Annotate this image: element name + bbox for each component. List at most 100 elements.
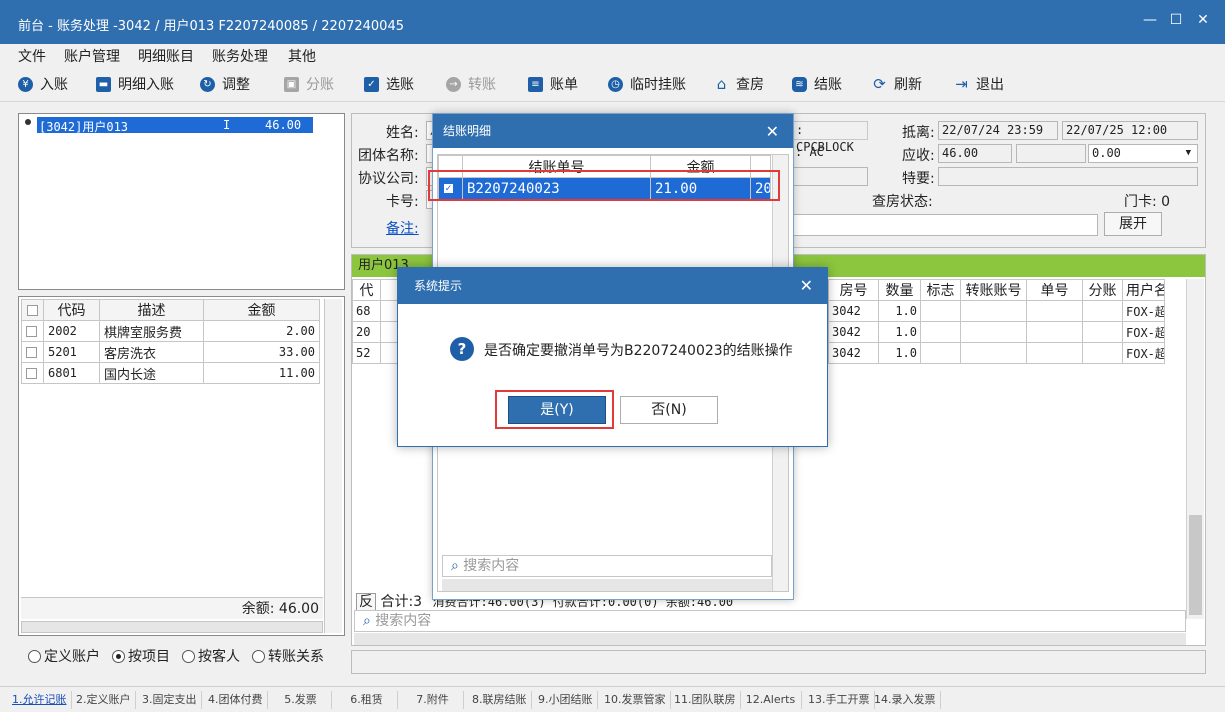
col-bill-no[interactable]: 单号 (1026, 279, 1083, 301)
remark-field[interactable] (792, 214, 1098, 236)
maximize-button[interactable]: ☐ (1166, 12, 1186, 28)
bottom-panel (351, 650, 1206, 674)
col-qty[interactable]: 数量 (878, 279, 921, 301)
question-icon: ? (450, 337, 474, 361)
tab-allow-post[interactable]: 1.允许记账 (8, 691, 72, 709)
horizontal-scrollbar[interactable] (442, 579, 772, 591)
group-name-label: 团体名称: (358, 148, 419, 164)
special-field (938, 167, 1198, 186)
row-checkbox[interactable] (21, 320, 44, 342)
cell-code: 5201 (43, 341, 100, 363)
tab-manual-invoice[interactable]: 13.手工开票 (804, 691, 875, 709)
expand-button[interactable]: 展开 (1104, 212, 1162, 236)
tab-group-pay[interactable]: 4.团体付费 (204, 691, 268, 709)
vertical-scrollbar[interactable] (324, 299, 342, 633)
table-row[interactable]: 2002 棋牌室服务费 2.00 (21, 320, 320, 342)
col-transfer-account[interactable]: 转账账号 (960, 279, 1027, 301)
view-mode-group: 定义账户 按项目 按客人 转账关系 (28, 646, 324, 666)
cell-desc: 棋牌室服务费 (99, 320, 204, 342)
col-code[interactable]: 代码 (43, 299, 100, 321)
close-button[interactable]: ✕ (1193, 12, 1213, 28)
col-split[interactable]: 分账 (1082, 279, 1123, 301)
tab-lease[interactable]: 6.租赁 (336, 691, 398, 709)
close-icon[interactable]: ✕ (800, 276, 813, 295)
search-input[interactable]: ⌕ 搜索内容 (354, 610, 1186, 632)
menu-accounting[interactable]: 账务处理 (212, 46, 268, 66)
search-input[interactable]: ⌕ 搜索内容 (442, 555, 772, 577)
col-desc[interactable]: 描述 (99, 299, 204, 321)
cell-user: FOX-超 (1122, 321, 1165, 343)
post-button[interactable]: ¥ 入账 (18, 74, 68, 94)
tab-invoice-manager[interactable]: 10.发票管家 (600, 691, 671, 709)
col-room[interactable]: 房号 (828, 279, 879, 301)
credit-select[interactable]: 0.00 ▼ (1088, 144, 1198, 163)
reverse-toggle[interactable]: 反 (356, 593, 376, 611)
bill-button[interactable]: ≡ 账单 (528, 74, 578, 94)
scroll-thumb[interactable] (1189, 515, 1202, 615)
receivable-extra-field (1016, 144, 1086, 163)
menu-other[interactable]: 其他 (288, 46, 316, 66)
tab-alerts[interactable]: 12.Alerts (740, 691, 802, 709)
table-row[interactable]: 6801 国内长途 11.00 (21, 362, 320, 384)
guest-list-item-selected[interactable]: [3042]用户013 I 46.00 (37, 117, 313, 134)
guest-amount: 46.00 (265, 118, 302, 132)
tab-attachment[interactable]: 7.附件 (402, 691, 464, 709)
remark-link[interactable]: 备注: (386, 218, 419, 238)
card-icon: ▬ (96, 76, 111, 92)
cell-room: 3042 (828, 342, 879, 364)
transfer-button[interactable]: → 转账 (446, 74, 496, 94)
house-icon: ⌂ (716, 74, 727, 93)
checkout-button[interactable]: ≋ 结账 (792, 74, 842, 94)
close-icon[interactable]: ✕ (766, 122, 779, 141)
card-no-label: 卡号: (386, 194, 419, 210)
cell-desc: 客房洗衣 (99, 341, 204, 363)
col-amount[interactable]: 金额 (203, 299, 320, 321)
company-extra-field (792, 167, 868, 186)
minimize-button[interactable]: — (1140, 12, 1160, 28)
menu-account-mgmt[interactable]: 账户管理 (64, 46, 120, 66)
credit-value: 0.00 (1092, 146, 1121, 160)
row-checkbox[interactable] (21, 362, 44, 384)
cell-amount: 2.00 (203, 320, 320, 342)
room-check-button[interactable]: ⌂ 查房 (714, 74, 764, 94)
clock-icon: ◷ (608, 76, 623, 92)
col-user-name[interactable]: 用户名 (1122, 279, 1165, 301)
cell-code: 68 (352, 300, 381, 322)
menu-file[interactable]: 文件 (18, 46, 46, 66)
exit-button[interactable]: ⇥ 退出 (954, 74, 1004, 94)
tab-define-account[interactable]: 2.定义账户 (72, 691, 136, 709)
horizontal-scrollbar[interactable] (21, 621, 323, 633)
adjust-button[interactable]: ↻ 调整 (200, 74, 250, 94)
radio-by-guest[interactable]: 按客人 (182, 646, 240, 666)
tab-fixed-expense[interactable]: 3.固定支出 (138, 691, 202, 709)
no-button[interactable]: 否(N) (620, 396, 718, 424)
tab-linked-checkout[interactable]: 8.联房结账 (468, 691, 532, 709)
col-flag[interactable]: 标志 (920, 279, 961, 301)
tab-enter-invoice[interactable]: 14.录入发票 (870, 691, 941, 709)
vertical-scrollbar[interactable] (1186, 279, 1204, 619)
table-row[interactable]: 5201 客房洗衣 33.00 (21, 341, 320, 363)
refresh-button[interactable]: ⟳ 刷新 (872, 74, 922, 94)
horizontal-scrollbar[interactable] (354, 633, 1186, 645)
row-checkbox[interactable] (21, 341, 44, 363)
tab-invoice[interactable]: 5.发票 (270, 691, 332, 709)
detail-post-button[interactable]: ▬ 明细入账 (96, 74, 174, 94)
departure-field: 22/07/25 12:00 (1062, 121, 1198, 140)
select-all-checkbox[interactable] (21, 299, 44, 321)
database-icon: ≋ (792, 76, 807, 92)
col-code[interactable]: 代 (352, 279, 381, 301)
cell-code: 20 (352, 321, 381, 343)
cell-code: 52 (352, 342, 381, 364)
select-bill-button[interactable]: ✓ 选账 (364, 74, 414, 94)
radio-define-account[interactable]: 定义账户 (28, 646, 100, 666)
radio-transfer-relation[interactable]: 转账关系 (252, 646, 324, 666)
split-button[interactable]: ▣ 分账 (284, 74, 334, 94)
radio-by-item[interactable]: 按项目 (112, 646, 170, 666)
temp-hold-button[interactable]: ◷ 临时挂账 (608, 74, 686, 94)
cell-qty: 1.0 (878, 342, 921, 364)
menu-detail-items[interactable]: 明细账目 (138, 46, 194, 66)
tab-team-linked-room[interactable]: 11.团队联房 (670, 691, 741, 709)
ac-code: : AC (795, 145, 824, 159)
cell-amount: 11.00 (203, 362, 320, 384)
tab-small-group-checkout[interactable]: 9.小团结账 (534, 691, 598, 709)
